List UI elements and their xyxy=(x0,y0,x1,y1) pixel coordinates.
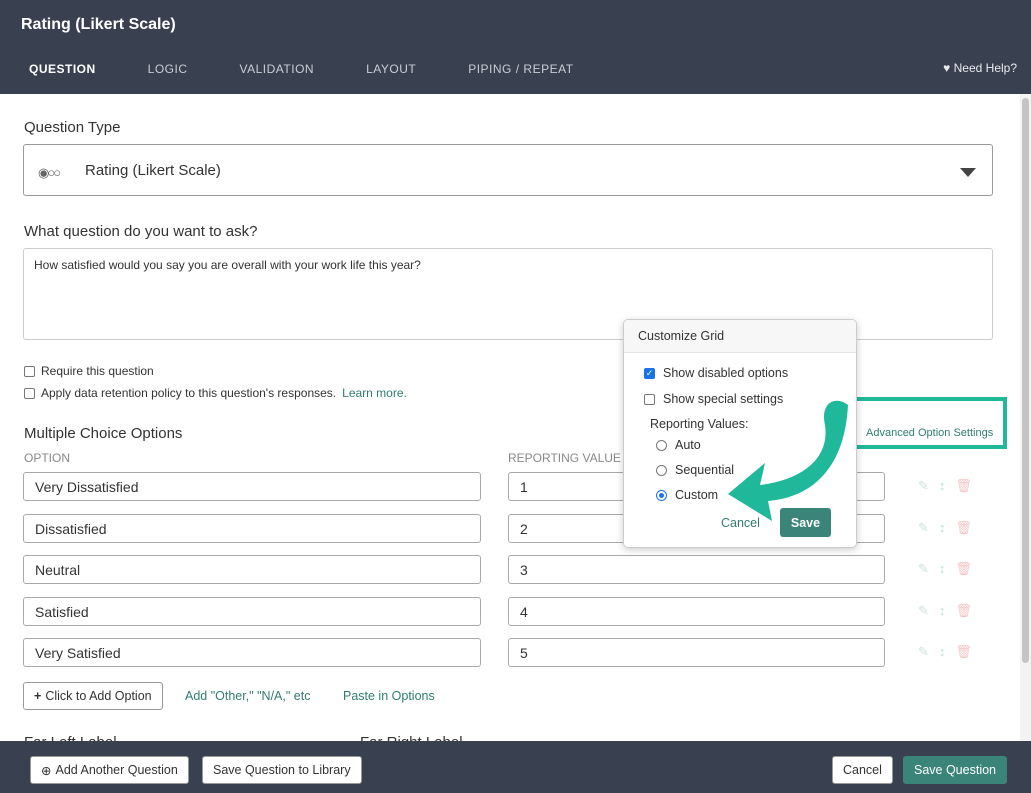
page-title: Rating (Likert Scale) xyxy=(21,16,176,33)
reporting-value-input[interactable]: 3 xyxy=(508,555,885,584)
tab-layout[interactable]: LAYOUT xyxy=(358,62,424,96)
reporting-value-input[interactable]: 5 xyxy=(508,638,885,667)
chevron-down-icon xyxy=(960,168,976,177)
tab-validation[interactable]: VALIDATION xyxy=(232,62,323,96)
option-column-header: OPTION xyxy=(24,451,71,465)
require-checkbox[interactable]: Require this question xyxy=(24,364,154,378)
option-label-input[interactable]: Satisfied xyxy=(23,596,481,626)
option-actions: ✎ ↕ 🗑 xyxy=(918,520,972,536)
reorder-icon[interactable]: ↕ xyxy=(939,603,946,619)
option-label-input[interactable]: Very Satisfied xyxy=(23,638,481,667)
reorder-icon[interactable]: ↕ xyxy=(939,520,946,536)
trash-icon[interactable]: 🗑 xyxy=(955,561,972,577)
option-label-input[interactable]: Neutral xyxy=(23,555,481,584)
option-actions: ✎ ↕ 🗑 xyxy=(918,603,972,619)
scrollbar[interactable] xyxy=(1020,94,1031,741)
tab-bar: QUESTION LOGIC VALIDATION LAYOUT PIPING … xyxy=(21,62,618,96)
scrollbar-thumb[interactable] xyxy=(1022,98,1029,663)
reporting-value-input[interactable]: 4 xyxy=(508,596,885,626)
option-actions: ✎ ↕ 🗑 xyxy=(918,561,972,577)
tab-question[interactable]: QUESTION xyxy=(21,62,104,96)
pencil-icon[interactable]: ✎ xyxy=(918,561,929,577)
question-type-select[interactable]: ◉○○ Rating (Likert Scale) xyxy=(23,144,993,196)
pencil-icon[interactable]: ✎ xyxy=(918,603,929,619)
radio-custom[interactable]: Custom xyxy=(656,488,718,502)
paste-options-link[interactable]: Paste in Options xyxy=(343,689,435,703)
rating-circles-icon: ◉○○ xyxy=(38,165,61,180)
popover-title: Customize Grid xyxy=(624,320,856,353)
highlight-box xyxy=(849,397,1007,449)
trash-icon[interactable]: 🗑 xyxy=(955,644,972,660)
question-text-label: What question do you want to ask? xyxy=(24,223,258,240)
reorder-icon[interactable]: ↕ xyxy=(939,478,946,494)
reorder-icon[interactable]: ↕ xyxy=(939,561,946,577)
header: Rating (Likert Scale) QUESTION LOGIC VAL… xyxy=(0,0,1031,96)
save-to-library-button[interactable]: Save Question to Library xyxy=(202,756,362,784)
radio-auto[interactable]: Auto xyxy=(656,438,701,452)
question-type-label: Question Type xyxy=(24,119,121,136)
plus-circle-icon: ⊕ xyxy=(41,763,52,778)
save-question-button[interactable]: Save Question xyxy=(903,756,1007,784)
trash-icon[interactable]: 🗑 xyxy=(955,478,972,494)
option-label-input[interactable]: Very Dissatisfied xyxy=(23,472,481,501)
show-disabled-checkbox[interactable]: ✓ Show disabled options xyxy=(644,366,788,380)
add-other-link[interactable]: Add "Other," "N/A," etc xyxy=(185,689,310,703)
footer: ⊕ Add Another Question Save Question to L… xyxy=(0,741,1031,793)
trash-icon[interactable]: 🗑 xyxy=(955,603,972,619)
retention-checkbox[interactable]: Apply data retention policy to this ques… xyxy=(24,386,407,400)
pencil-icon[interactable]: ✎ xyxy=(918,644,929,660)
option-label-input[interactable]: Dissatisfied xyxy=(23,513,481,543)
reorder-icon[interactable]: ↕ xyxy=(939,644,946,660)
add-option-button[interactable]: + Click to Add Option xyxy=(23,682,163,710)
mc-options-title: Multiple Choice Options xyxy=(24,425,183,442)
need-help-link[interactable]: ♥ Need Help? xyxy=(943,61,1017,75)
trash-icon[interactable]: 🗑 xyxy=(955,520,972,536)
add-another-question-button[interactable]: ⊕ Add Another Question xyxy=(30,756,189,784)
tab-logic[interactable]: LOGIC xyxy=(140,62,196,96)
option-actions: ✎ ↕ 🗑 xyxy=(918,644,972,660)
reporting-column-header: REPORTING VALUE xyxy=(508,451,621,465)
learn-more-link[interactable]: Learn more. xyxy=(342,386,407,400)
annotation-arrow-icon xyxy=(728,400,848,521)
tab-piping-repeat[interactable]: PIPING / REPEAT xyxy=(460,62,581,96)
heart-icon: ♥ xyxy=(943,61,951,75)
pencil-icon[interactable]: ✎ xyxy=(918,520,929,536)
option-actions: ✎ ↕ 🗑 xyxy=(918,478,972,494)
pencil-icon[interactable]: ✎ xyxy=(918,478,929,494)
cancel-button[interactable]: Cancel xyxy=(832,756,893,784)
